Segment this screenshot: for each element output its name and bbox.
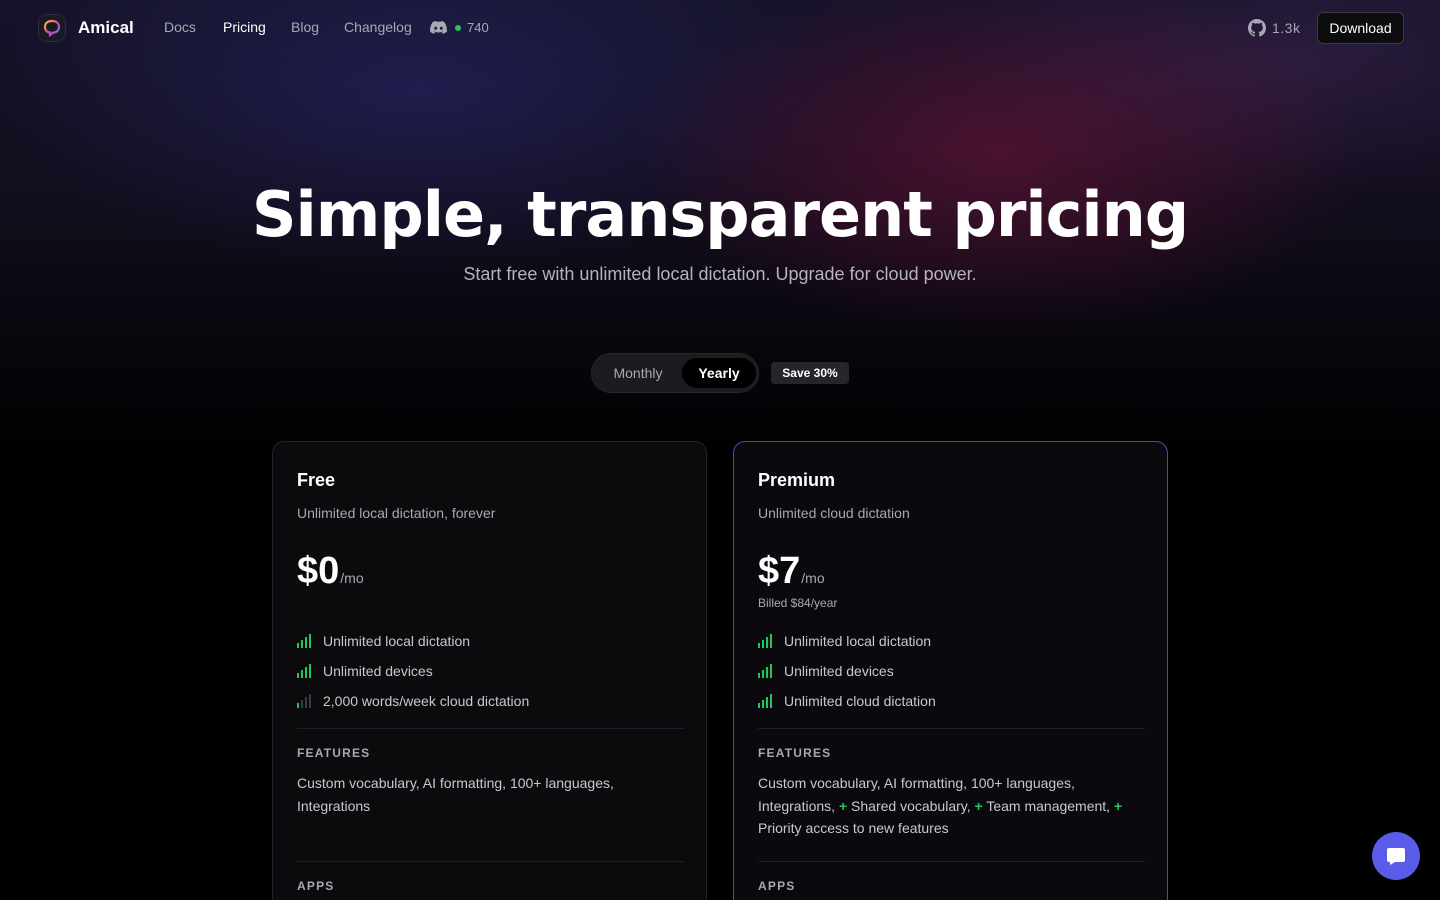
price-amount: $7 — [758, 550, 801, 592]
save-badge: Save 30% — [771, 362, 849, 384]
nav-link-blog[interactable]: Blog — [291, 19, 319, 35]
divider — [297, 728, 684, 729]
signal-full-icon — [758, 694, 772, 708]
limit-item: 2,000 words/week cloud dictation — [297, 693, 529, 709]
limit-label: 2,000 words/week cloud dictation — [323, 693, 530, 709]
billing-option-yearly[interactable]: Yearly — [682, 358, 756, 388]
plan-price: $7 /mo — [758, 550, 825, 593]
features-list: Custom vocabulary, AI formatting, 100+ l… — [297, 775, 614, 814]
discord-link[interactable]: 740 — [430, 20, 489, 35]
page-subtitle: Start free with unlimited local dictatio… — [463, 264, 977, 284]
brand-name[interactable]: Amical — [78, 18, 134, 38]
plan-card-free: Free Unlimited local dictation, forever … — [272, 441, 707, 900]
limit-item: Unlimited local dictation — [297, 633, 470, 649]
billing-toggle: Monthly Yearly — [591, 353, 759, 393]
plus-icon: + — [974, 797, 983, 814]
limit-label: Unlimited cloud dictation — [784, 693, 936, 709]
plan-card-premium: Premium Unlimited cloud dictation $7 /mo… — [733, 441, 1168, 900]
github-link[interactable]: 1.3k — [1248, 19, 1300, 37]
divider — [297, 861, 684, 862]
features-label: FEATURES — [758, 746, 832, 760]
divider — [758, 728, 1145, 729]
price-unit: /mo — [340, 570, 364, 586]
limit-label: Unlimited local dictation — [323, 633, 471, 649]
signal-full-icon — [758, 664, 772, 678]
discord-online-count: 740 — [467, 20, 489, 35]
plan-price: $0 /mo — [297, 550, 364, 593]
nav-link-changelog[interactable]: Changelog — [344, 19, 412, 35]
billing-note: Billed $84/year — [758, 596, 838, 610]
plus-icon: + — [838, 797, 848, 814]
signal-low-icon — [297, 694, 311, 708]
chat-widget-button[interactable] — [1372, 832, 1420, 880]
online-indicator — [455, 24, 461, 31]
page-title: Simple, transparent pricing — [251, 178, 1189, 251]
limit-item: Unlimited devices — [758, 663, 894, 679]
limit-item: Unlimited devices — [297, 663, 433, 679]
plan-name: Premium — [758, 470, 836, 490]
feature-extra: Shared vocabulary, — [851, 797, 971, 814]
discord-icon — [430, 21, 447, 34]
top-nav: Amical Docs Pricing Blog Changelog 740 1… — [0, 0, 1440, 56]
price-unit: /mo — [801, 570, 825, 586]
price-amount: $0 — [297, 550, 340, 592]
limit-label: Unlimited devices — [323, 663, 433, 679]
amical-logo-icon[interactable] — [38, 14, 66, 42]
plus-icon: + — [1113, 797, 1123, 814]
plan-description: Unlimited cloud dictation — [758, 505, 910, 521]
features-label: FEATURES — [297, 746, 371, 760]
feature-extra: Team management, — [986, 797, 1111, 814]
signal-full-icon — [758, 634, 772, 648]
feature-extra: Priority access to new features — [758, 820, 949, 836]
nav-link-pricing[interactable]: Pricing — [223, 19, 266, 35]
features-list: Custom vocabulary, AI formatting, 100+ l… — [758, 772, 1138, 840]
github-icon — [1248, 19, 1266, 37]
divider — [758, 861, 1145, 862]
signal-full-icon — [297, 664, 311, 678]
github-star-count: 1.3k — [1272, 20, 1301, 36]
billing-option-monthly[interactable]: Monthly — [598, 358, 678, 388]
limit-item: Unlimited local dictation — [758, 633, 931, 649]
limit-label: Unlimited local dictation — [784, 633, 932, 649]
download-button[interactable]: Download — [1317, 12, 1404, 44]
signal-full-icon — [297, 634, 311, 648]
limit-label: Unlimited devices — [784, 663, 894, 679]
apps-label: APPS — [758, 879, 796, 893]
nav-link-docs[interactable]: Docs — [164, 19, 196, 35]
plan-name: Free — [297, 470, 336, 490]
limit-item: Unlimited cloud dictation — [758, 693, 936, 709]
plan-description: Unlimited local dictation, forever — [297, 505, 496, 521]
chat-icon — [1387, 848, 1405, 865]
apps-label: APPS — [297, 879, 335, 893]
